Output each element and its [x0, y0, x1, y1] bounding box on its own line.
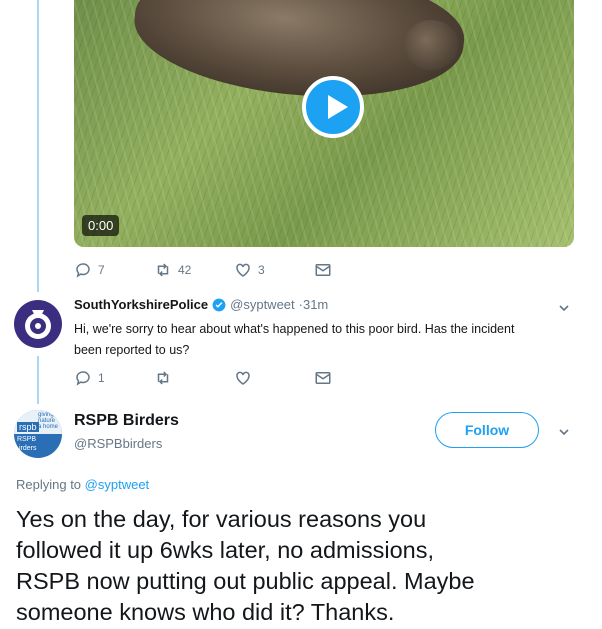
verified-icon	[212, 298, 226, 311]
like-icon	[236, 371, 250, 385]
replying-prefix: Replying to	[16, 477, 82, 492]
replying-to: Replying to @syptweet	[16, 477, 149, 492]
play-icon[interactable]	[302, 76, 364, 138]
avatar[interactable]	[14, 300, 62, 348]
tweet-actions: 7 42 3	[74, 261, 332, 279]
tweet-text-line4: someone knows who did it? Thanks.	[16, 599, 395, 625]
follow-button[interactable]: Follow	[435, 412, 539, 448]
chevron-down-icon[interactable]	[558, 302, 570, 314]
reply-text-line1: Hi, we're sorry to hear about what's hap…	[74, 322, 515, 336]
message-button[interactable]	[314, 261, 332, 279]
avatar[interactable]: giving nature a home rspb RSPB irders	[14, 410, 62, 458]
author-name[interactable]: SouthYorkshirePolice	[74, 297, 208, 312]
like-icon	[236, 263, 250, 277]
bird-head-image	[404, 20, 459, 70]
main-author-handle[interactable]: @RSPBbirders	[74, 436, 162, 451]
reply-actions: 1	[74, 369, 332, 387]
thread-line-middle	[37, 356, 39, 404]
retweet-button[interactable]: 42	[154, 261, 234, 279]
reply-icon	[76, 371, 90, 386]
avatar-text: a home	[38, 424, 59, 430]
message-icon	[315, 372, 331, 384]
reply-button[interactable]: 7	[74, 261, 154, 279]
reply-count: 7	[98, 263, 105, 277]
thread-line-top	[37, 0, 39, 292]
video-player[interactable]: 0:00	[74, 0, 574, 247]
avatar-rspb-text: RSPB	[17, 436, 37, 443]
author-handle[interactable]: @syptweet	[230, 297, 295, 312]
timestamp[interactable]: ·31m	[299, 297, 329, 312]
reply-text: Hi, we're sorry to hear about what's hap…	[74, 319, 514, 361]
avatar-tagline: giving nature a home	[38, 412, 58, 430]
reply-icon	[76, 263, 90, 278]
like-button[interactable]: 3	[234, 261, 314, 279]
reply-count: 1	[98, 371, 105, 385]
tweet-text-line3: RSPB now putting out public appeal. Mayb…	[16, 568, 475, 594]
like-count: 3	[258, 263, 265, 277]
police-badge-icon	[25, 310, 51, 339]
tweet-text: Yes on the day, for various reasons you …	[16, 504, 475, 628]
tweet-text-line1: Yes on the day, for various reasons you	[16, 506, 427, 532]
message-icon	[315, 264, 331, 276]
reply-button[interactable]: 1	[74, 369, 154, 387]
chevron-down-icon[interactable]	[558, 426, 570, 438]
avatar-rspb-mark: rspb	[17, 422, 39, 432]
retweet-count: 42	[178, 263, 192, 277]
retweet-icon	[157, 371, 169, 385]
main-author-name[interactable]: RSPB Birders	[74, 412, 179, 430]
avatar-birders-text: irders	[19, 445, 37, 452]
retweet-button[interactable]	[154, 369, 234, 387]
video-duration: 0:00	[82, 215, 120, 236]
retweet-icon	[157, 263, 169, 277]
message-button[interactable]	[314, 369, 332, 387]
reply-header: SouthYorkshirePolice @syptweet ·31m	[74, 297, 328, 312]
like-button[interactable]	[234, 369, 314, 387]
tweet-text-line2: followed it up 6wks later, no admissions…	[16, 537, 434, 563]
reply-text-line2: been reported to us?	[74, 343, 190, 357]
replying-to-link[interactable]: @syptweet	[85, 477, 150, 492]
